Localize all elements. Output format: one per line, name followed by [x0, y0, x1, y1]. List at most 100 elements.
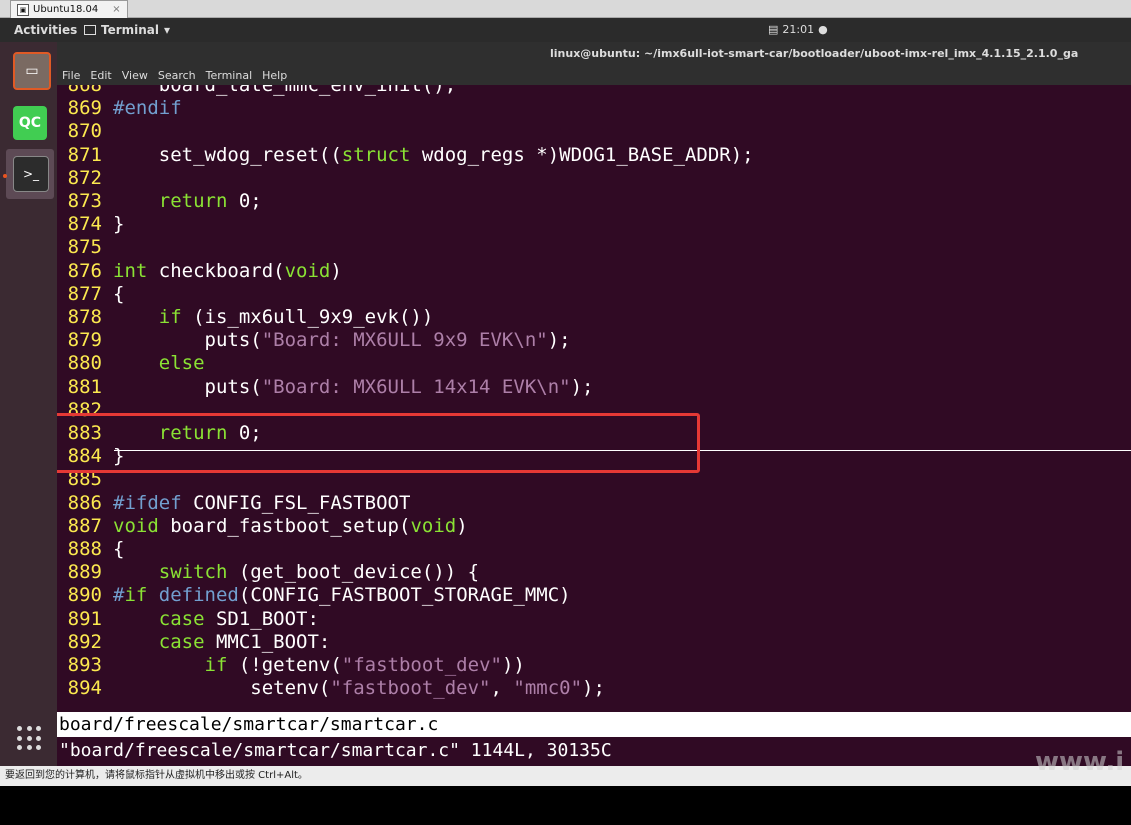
status-message: "board/freescale/smartcar/smartcar.c" 11…: [59, 740, 612, 761]
app-menu-button[interactable]: Terminal ▾: [84, 23, 170, 37]
code-line: 876 int checkboard(void): [57, 260, 342, 283]
code-text: if (is_mx6ull_9x9_evk()): [158, 306, 434, 328]
line-number: 889: [67, 561, 102, 584]
line-number: 875: [67, 236, 102, 259]
qt-creator-label: QC: [18, 115, 42, 131]
code-text: }: [113, 213, 125, 236]
code-line: 881 puts("Board: MX6ULL 14x14 EVK\n");: [57, 375, 594, 399]
files-icon[interactable]: ▭: [13, 52, 51, 90]
status-filename: board/freescale/smartcar/smartcar.c: [57, 712, 1131, 737]
code-text: #endif: [113, 97, 182, 120]
clock[interactable]: ▤ 21:01 ●: [768, 23, 828, 36]
code-line: 891 case SD1_BOOT:: [57, 608, 319, 631]
terminal-launcher-glyph: >_: [22, 167, 40, 181]
calendar-icon: ▤: [768, 23, 779, 36]
line-number: 893: [67, 654, 102, 676]
menu-edit[interactable]: Edit: [90, 69, 111, 82]
chevron-down-icon: ▾: [164, 23, 171, 37]
line-number: 886: [67, 491, 102, 514]
code-text: if (!getenv("fastboot_dev")): [204, 654, 525, 676]
terminal-icon: [84, 25, 96, 35]
vim-status-area: board/freescale/smartcar/smartcar.c "boa…: [57, 712, 1131, 766]
code-text: else: [158, 352, 205, 375]
clock-label: 21:01: [782, 23, 815, 36]
menu-terminal[interactable]: Terminal: [206, 69, 253, 82]
terminal-titlebar: linux@ubuntu: ~/imx6ull-iot-smart-car/bo…: [57, 42, 1131, 66]
line-number: 874: [67, 213, 102, 236]
code-text: switch (get_boot_device()) {: [158, 561, 480, 584]
line-number: 891: [67, 607, 102, 630]
vm-icon: ▣: [17, 3, 29, 16]
top-bar: Activities Terminal ▾ ▤ 21:01 ●: [0, 18, 1131, 42]
vm-hint-bar: 要返回到您的计算机，请将鼠标指针从虚拟机中移出或按 Ctrl+Alt。: [0, 766, 1131, 786]
running-indicator-icon: [3, 174, 7, 178]
code-text: {: [113, 282, 125, 305]
terminal-launcher-icon[interactable]: >_: [13, 156, 49, 192]
code-text: board_late_mmc_env_init();: [113, 85, 457, 96]
line-number: 890: [67, 584, 102, 607]
terminal-menubar: File Edit View Search Terminal Help: [57, 66, 1131, 85]
code-line: 878 if (is_mx6ull_9x9_evk()): [57, 306, 434, 329]
code-line: 894 setenv("fastboot_dev", "mmc0");: [57, 677, 605, 700]
code-line: 893 if (!getenv("fastboot_dev")): [57, 654, 525, 677]
highlight-box: [57, 413, 700, 473]
code-line: 870: [57, 120, 113, 143]
code-text: puts("Board: MX6ULL 9x9 EVK\n");: [113, 329, 571, 352]
menu-search[interactable]: Search: [158, 69, 196, 82]
code-line: 871 set_wdog_reset((struct wdog_regs *)W…: [57, 144, 754, 167]
code-text: case SD1_BOOT:: [158, 607, 319, 630]
code-line: 875: [57, 236, 113, 259]
code-line: 892 case MMC1_BOOT:: [57, 630, 331, 654]
code-line: 874}: [57, 213, 125, 236]
vm-tab[interactable]: ▣ Ubuntu18.04 ×: [10, 0, 128, 18]
code-text: {: [113, 538, 125, 560]
code-line: 889 switch (get_boot_device()) {: [57, 561, 479, 584]
line-number: 868: [67, 85, 102, 96]
line-number: 881: [67, 375, 102, 398]
code-text: case MMC1_BOOT:: [158, 630, 331, 653]
line-number: 873: [67, 190, 102, 212]
code-line: 880 else: [57, 352, 205, 375]
menu-help[interactable]: Help: [262, 69, 287, 82]
line-number: 872: [67, 166, 102, 189]
line-number: 878: [67, 306, 102, 328]
notification-dot-icon: ●: [818, 23, 828, 36]
watermark: www.i: [1035, 747, 1125, 777]
line-number: 892: [67, 630, 102, 653]
menu-file[interactable]: File: [62, 69, 80, 82]
window-title: linux@ubuntu: ~/imx6ull-iot-smart-car/bo…: [550, 47, 1079, 60]
activities-button[interactable]: Activities: [14, 23, 77, 37]
code-text: setenv("fastboot_dev", "mmc0");: [113, 677, 605, 700]
vm-tab-strip: ▣ Ubuntu18.04 ×: [0, 0, 1131, 18]
line-number: 876: [67, 259, 102, 282]
app-menu-label: Terminal: [101, 23, 160, 37]
show-applications-icon[interactable]: [17, 726, 43, 752]
editor-pane[interactable]: 868 board_late_mmc_env_init(); 869 #endif 8…: [57, 85, 1131, 711]
qt-creator-icon[interactable]: QC: [13, 106, 47, 140]
code-line: 877 {: [57, 282, 125, 306]
line-number: 871: [67, 143, 102, 166]
code-line: 869 #endif: [57, 97, 182, 120]
line-number: 894: [67, 677, 102, 700]
terminal-window: linux@ubuntu: ~/imx6ull-iot-smart-car/bo…: [57, 42, 1131, 766]
menu-view[interactable]: View: [122, 69, 148, 82]
code-line: 890 #if defined(CONFIG_FASTBOOT_STORAGE_M…: [57, 584, 571, 607]
dock: ▭ QC >_: [0, 42, 57, 766]
line-number: 887: [67, 514, 102, 537]
code-text: #if defined(CONFIG_FASTBOOT_STORAGE_MMC): [113, 584, 571, 607]
line-number: 880: [67, 352, 102, 375]
code-text: return 0;: [158, 190, 262, 212]
code-text: #ifdef CONFIG_FSL_FASTBOOT: [113, 491, 411, 514]
line-number: 870: [67, 120, 102, 143]
line-number: 869: [67, 97, 102, 120]
code-line: 888 {: [57, 538, 125, 561]
line-number: 888: [67, 538, 102, 560]
code-text: void board_fastboot_setup(void): [113, 514, 468, 537]
code-text: set_wdog_reset((struct wdog_regs *)WDOG1…: [113, 143, 754, 166]
code-line: 872: [57, 167, 113, 190]
code-line: 873 return 0;: [57, 190, 262, 213]
code-line: 868 board_late_mmc_env_init();: [57, 85, 457, 97]
code-line: 886 #ifdef CONFIG_FSL_FASTBOOT: [57, 491, 411, 515]
close-icon[interactable]: ×: [112, 4, 120, 15]
line-number: 877: [67, 282, 102, 305]
